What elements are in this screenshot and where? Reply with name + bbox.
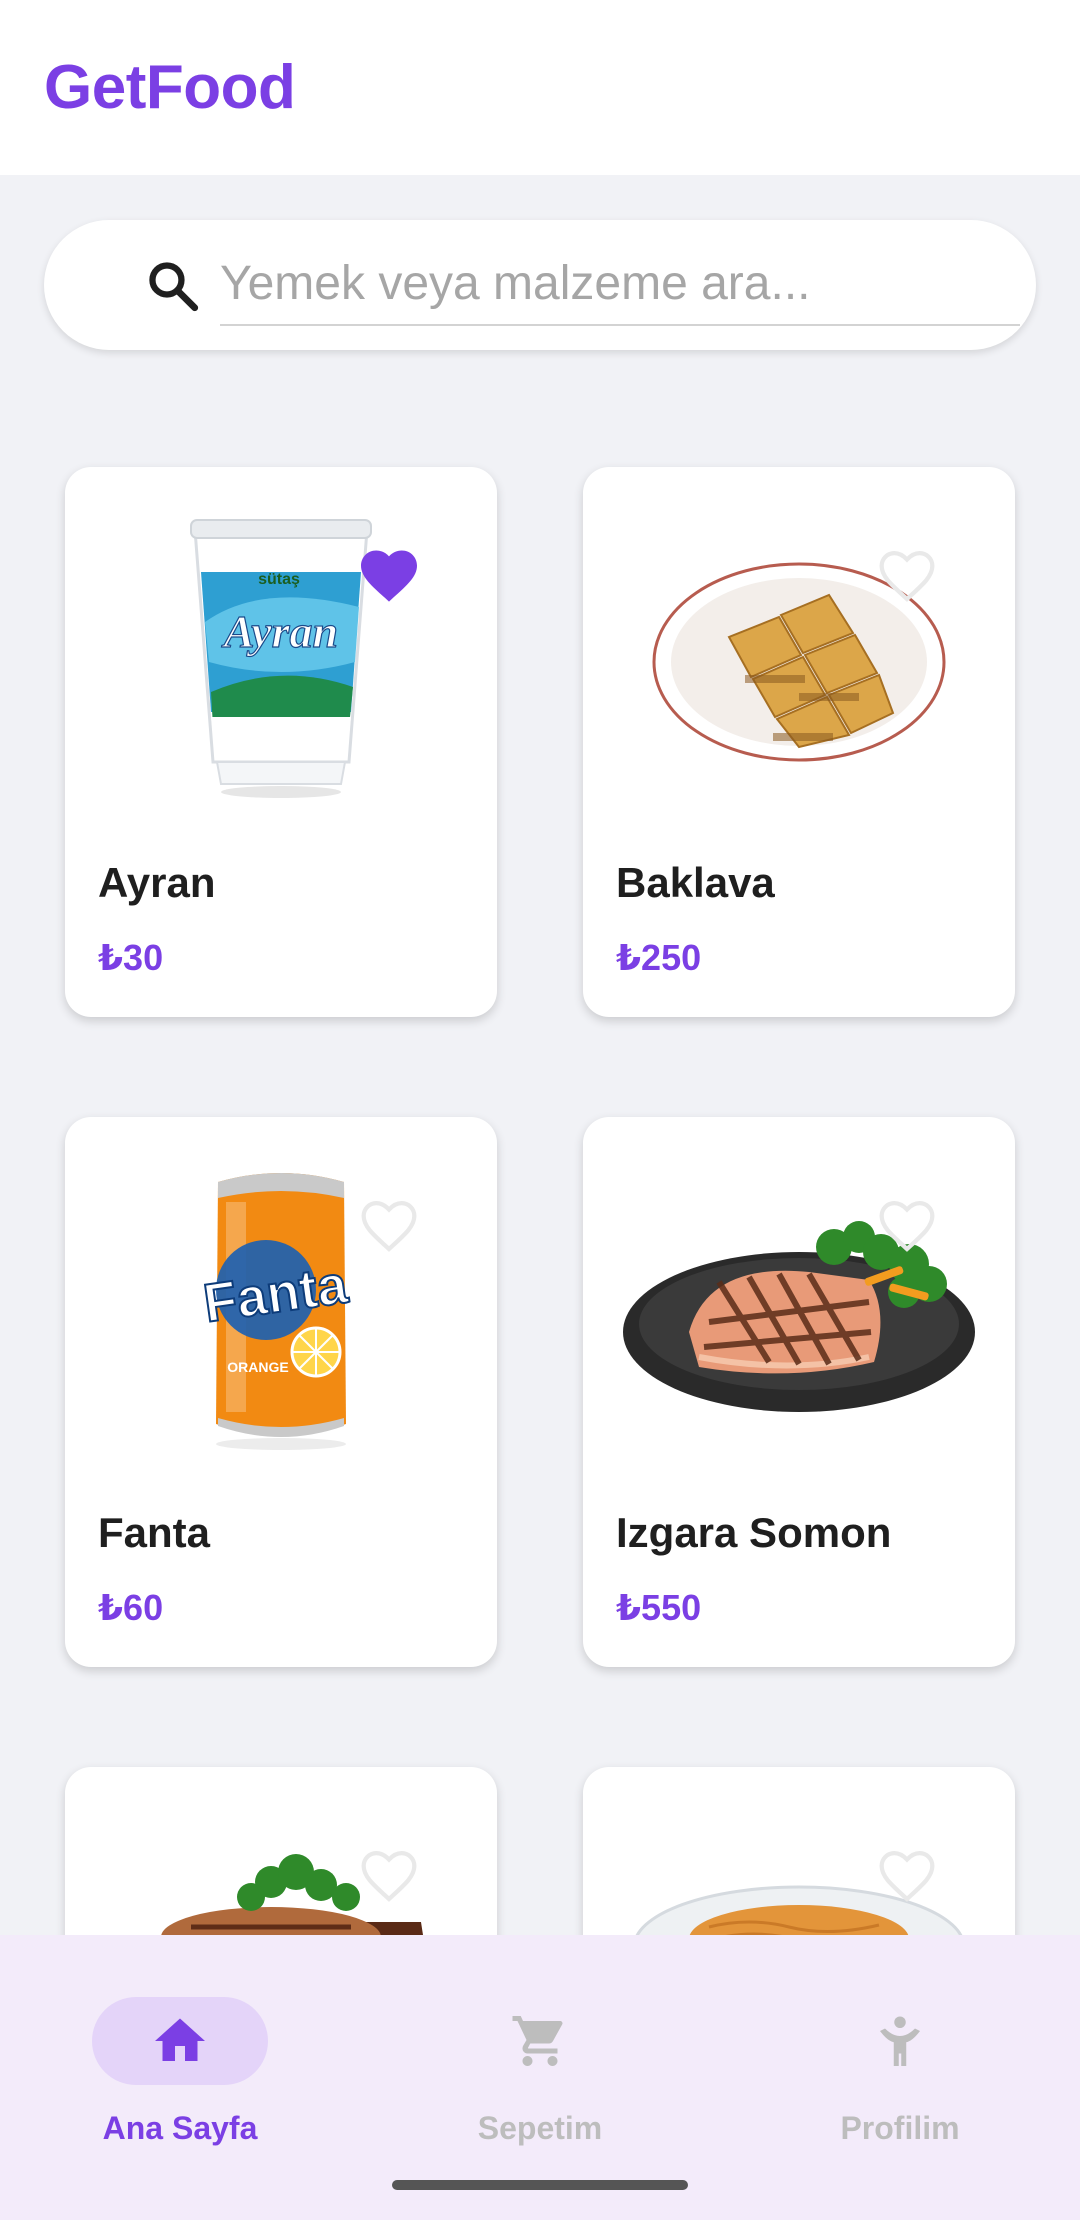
product-price: ₺550 bbox=[616, 1587, 702, 1628]
cart-icon bbox=[512, 2016, 563, 2066]
product-price: ₺250 bbox=[616, 937, 702, 978]
product-grid[interactable]: sütaş Ayran Ayran ₺30 Baklava ₺250 Fanta… bbox=[0, 0, 1080, 1935]
product-price: ₺60 bbox=[98, 1587, 164, 1628]
product-image-izgara-somon bbox=[583, 1157, 1015, 1457]
svg-text:ORANGE: ORANGE bbox=[227, 1359, 288, 1375]
bottom-navigation: Ana Sayfa Sepetim Profilim bbox=[0, 1935, 1080, 2220]
home-icon bbox=[155, 2018, 205, 2061]
favorite-heart-icon[interactable] bbox=[357, 545, 421, 605]
favorite-heart-outline-icon[interactable] bbox=[875, 1845, 939, 1905]
favorite-heart-outline-icon[interactable] bbox=[875, 545, 939, 605]
product-image-grilled-steak bbox=[65, 1807, 497, 1935]
svg-text:sütaş: sütaş bbox=[258, 571, 300, 588]
nav-label: Sepetim bbox=[477, 2110, 603, 2146]
product-card-partial[interactable] bbox=[65, 1767, 497, 1935]
gesture-home-indicator[interactable] bbox=[392, 2180, 688, 2190]
favorite-heart-outline-icon[interactable] bbox=[875, 1195, 939, 1255]
product-card-fanta[interactable]: Fanta ORANGE Fanta ₺60 bbox=[65, 1117, 497, 1667]
search-underline bbox=[220, 324, 1020, 326]
nav-item-profile[interactable]: Profilim bbox=[750, 1965, 1050, 2146]
product-name: Izgara Somon bbox=[616, 1509, 892, 1556]
product-name: Fanta bbox=[98, 1509, 211, 1556]
svg-text:Ayran: Ayran bbox=[221, 606, 338, 657]
product-image-baklava bbox=[583, 507, 1015, 807]
nav-label: Ana Sayfa bbox=[102, 2110, 258, 2146]
favorite-heart-outline-icon[interactable] bbox=[357, 1195, 421, 1255]
nav-label: Profilim bbox=[840, 2110, 960, 2146]
product-price: ₺30 bbox=[98, 937, 164, 978]
product-image-ayran: sütaş Ayran bbox=[65, 507, 497, 807]
search-icon[interactable] bbox=[144, 257, 202, 315]
product-card-baklava[interactable]: Baklava ₺250 bbox=[583, 467, 1015, 1017]
nav-item-cart[interactable]: Sepetim bbox=[390, 1965, 690, 2146]
product-image-kadayif bbox=[583, 1807, 1015, 1935]
product-card-izgara-somon[interactable]: Izgara Somon ₺550 bbox=[583, 1117, 1015, 1667]
favorite-heart-outline-icon[interactable] bbox=[357, 1845, 421, 1905]
product-name: Ayran bbox=[98, 859, 216, 906]
search-bar[interactable] bbox=[44, 220, 1036, 350]
search-input[interactable] bbox=[220, 248, 1020, 318]
nav-item-home[interactable]: Ana Sayfa bbox=[30, 1965, 330, 2146]
person-icon bbox=[880, 2016, 920, 2066]
product-card-ayran[interactable]: sütaş Ayran Ayran ₺30 bbox=[65, 467, 497, 1017]
product-name: Baklava bbox=[616, 859, 775, 906]
product-image-fanta: Fanta ORANGE bbox=[65, 1157, 497, 1457]
product-card-partial[interactable] bbox=[583, 1767, 1015, 1935]
